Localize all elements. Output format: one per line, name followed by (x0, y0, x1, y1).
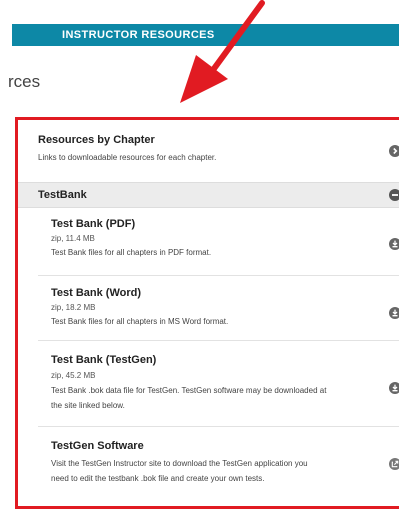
instructor-resources-bar[interactable]: INSTRUCTOR RESOURCES (12, 24, 399, 46)
resources-by-chapter-title: Resources by Chapter (38, 134, 155, 146)
instructor-resources-label: INSTRUCTOR RESOURCES (62, 29, 215, 41)
resources-by-chapter-row[interactable]: Resources by Chapter Links to downloadab… (18, 120, 399, 182)
list-item[interactable]: TestGen Software Visit the TestGen Instr… (18, 427, 399, 506)
test-bank-pdf-size: zip, 11.4 MB (51, 234, 95, 243)
testgen-software-description-line1: Visit the TestGen Instructor site to dow… (51, 459, 308, 468)
download-circle-icon[interactable] (389, 307, 399, 319)
test-bank-testgen-size: zip, 45.2 MB (51, 371, 96, 380)
download-circle-icon[interactable] (389, 382, 399, 394)
test-bank-word-description: Test Bank files for all chapters in MS W… (51, 317, 229, 326)
page-title: rces (8, 72, 41, 91)
list-item[interactable]: Test Bank (PDF) zip, 11.4 MB Test Bank f… (18, 207, 399, 275)
test-bank-testgen-title[interactable]: Test Bank (TestGen) (51, 354, 156, 366)
test-bank-testgen-description-line2: the site linked below. (51, 401, 125, 410)
test-bank-word-size: zip, 18.2 MB (51, 303, 96, 312)
list-item[interactable]: Test Bank (TestGen) zip, 45.2 MB Test Ba… (18, 341, 399, 426)
resources-by-chapter-description: Links to downloadable resources for each… (38, 153, 217, 162)
testgen-software-title[interactable]: TestGen Software (51, 440, 144, 452)
test-bank-word-title[interactable]: Test Bank (Word) (51, 287, 141, 299)
test-bank-pdf-description: Test Bank files for all chapters in PDF … (51, 248, 212, 257)
list-item[interactable]: Test Bank (Word) zip, 18.2 MB Test Bank … (18, 276, 399, 340)
chevron-right-circle-icon[interactable] (389, 145, 399, 157)
testbank-section-header[interactable]: TestBank (18, 182, 399, 208)
test-bank-pdf-title[interactable]: Test Bank (PDF) (51, 218, 135, 230)
download-circle-icon[interactable] (389, 238, 399, 250)
external-link-icon[interactable] (389, 458, 399, 470)
testbank-section-title: TestBank (38, 189, 87, 201)
test-bank-testgen-description-line1: Test Bank .bok data file for TestGen. Te… (51, 386, 327, 395)
minus-circle-icon[interactable] (389, 189, 399, 201)
testgen-software-description-line2: need to edit the testbank .bok file and … (51, 474, 265, 483)
resources-panel: Resources by Chapter Links to downloadab… (15, 117, 399, 509)
